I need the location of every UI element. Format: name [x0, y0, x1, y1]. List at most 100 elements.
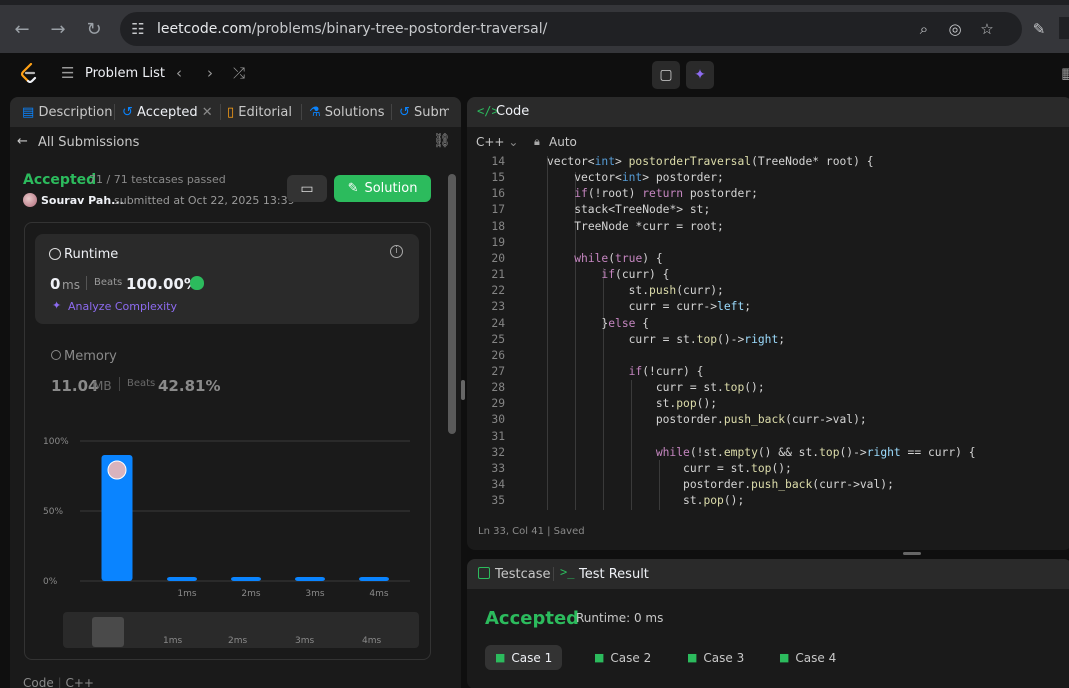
code-line[interactable]: 26: [467, 348, 1067, 364]
back-arrow-icon[interactable]: ←: [17, 134, 28, 149]
close-tab-icon[interactable]: ✕: [202, 105, 213, 120]
lock-icon: 🔒︎: [534, 135, 540, 148]
code-line[interactable]: 32 while(!st.empty() && st.top()->right …: [467, 445, 1067, 461]
avatar[interactable]: [23, 193, 37, 207]
reload-icon[interactable]: ↻: [81, 16, 107, 42]
line-number: 17: [491, 203, 505, 217]
info-icon[interactable]: i: [390, 245, 403, 258]
memory-icon: [51, 350, 61, 360]
line-number: 30: [491, 413, 505, 427]
code-line[interactable]: 19: [467, 235, 1067, 251]
problem-list-link[interactable]: Problem List: [85, 66, 165, 81]
tab-editorial[interactable]: ▯ Editorial: [227, 105, 292, 120]
memory-beats-label: Beats: [127, 378, 156, 389]
code-line[interactable]: 16 if(!root) return postorder;: [467, 186, 1067, 202]
code-line[interactable]: 25 curr = st.top()->right;: [467, 332, 1067, 348]
note-icon[interactable]: ▢: [652, 61, 680, 89]
analyze-complexity-link[interactable]: Analyze Complexity: [68, 300, 177, 313]
tab-submissions[interactable]: ↺ Subm: [399, 105, 449, 120]
line-code: st.pop();: [547, 494, 745, 508]
case-tab-4[interactable]: ■ Case 4: [769, 645, 846, 670]
editorial-button[interactable]: ▭: [287, 175, 327, 202]
code-line[interactable]: 24 }else {: [467, 316, 1067, 332]
tab-solutions-label: Solutions: [324, 105, 385, 120]
scroller-tick-label: 3ms: [295, 636, 315, 646]
line-code: st.push(curr);: [547, 284, 724, 298]
code-line[interactable]: 15 vector<int> postorder;: [467, 170, 1067, 186]
scroller-tick-label: 1ms: [163, 636, 183, 646]
tab-testcase[interactable]: Testcase: [495, 567, 551, 582]
code-line[interactable]: 29 st.pop();: [467, 396, 1067, 412]
code-line[interactable]: 28 curr = st.top();: [467, 380, 1067, 396]
share-link-icon[interactable]: ⛓: [433, 133, 451, 149]
line-number: 33: [491, 461, 505, 475]
code-line[interactable]: 22 st.push(curr);: [467, 283, 1067, 299]
y-tick-label: 50%: [43, 507, 63, 517]
site-info-icon[interactable]: ☷: [128, 19, 148, 39]
check-icon: ■: [779, 651, 790, 664]
case-tab-1[interactable]: ■ Case 1: [485, 645, 563, 670]
forward-arrow-icon[interactable]: →: [45, 16, 71, 42]
next-problem-icon[interactable]: ›: [207, 64, 213, 82]
author-name[interactable]: Sourav Pah...: [41, 194, 124, 207]
code-line[interactable]: 21 if(curr) {: [467, 267, 1067, 283]
code-line[interactable]: 18 TreeNode *curr = root;: [467, 219, 1067, 235]
tab-solutions[interactable]: ⚗ Solutions: [309, 105, 385, 120]
check-icon: ■: [594, 651, 605, 664]
shuffle-icon[interactable]: ⤮: [233, 64, 245, 82]
chart-bar[interactable]: [231, 577, 261, 581]
left-panel-scrollbar[interactable]: [448, 174, 456, 434]
y-tick-label: 100%: [43, 437, 69, 447]
test-panel-header: [467, 559, 1069, 589]
description-icon: ▤: [22, 105, 35, 120]
code-line[interactable]: 30 postorder.push_back(curr->val);: [467, 412, 1067, 428]
back-arrow-icon[interactable]: ←: [9, 16, 35, 42]
case-tab-3[interactable]: ■ Case 3: [677, 645, 754, 670]
code-line[interactable]: 14 vector<int> postorderTraversal(TreeNod…: [467, 154, 1067, 170]
line-number: 14: [491, 155, 505, 168]
language-select[interactable]: C++ ⌄: [476, 135, 518, 149]
tab-test-result[interactable]: Test Result: [579, 567, 649, 582]
eye-off-icon[interactable]: ◎: [945, 19, 965, 39]
code-line[interactable]: 17 stack<TreeNode*> st;: [467, 202, 1067, 218]
chart-bar[interactable]: [359, 577, 389, 581]
code-line[interactable]: 23 curr = curr->left;: [467, 299, 1067, 315]
code-line[interactable]: 27 if(!curr) {: [467, 364, 1067, 380]
tab-divider: [391, 104, 392, 120]
x-tick-label: 4ms: [369, 589, 388, 599]
tab-submissions-label: Subm: [414, 105, 449, 120]
user-avatar-marker[interactable]: [107, 460, 127, 480]
tab-accepted[interactable]: ↺ Accepted ✕: [122, 105, 213, 120]
eyedropper-icon[interactable]: ✎: [1029, 19, 1049, 39]
memory-label[interactable]: Memory: [64, 349, 117, 364]
solution-button[interactable]: ✎ Solution: [334, 175, 431, 202]
line-number: 31: [491, 429, 505, 443]
chart-bar[interactable]: [167, 577, 197, 581]
chart-bar[interactable]: [295, 577, 325, 581]
code-line[interactable]: 35 st.pop();: [467, 493, 1067, 509]
all-submissions-link[interactable]: All Submissions: [38, 135, 139, 150]
bookmark-star-icon[interactable]: ☆: [977, 19, 997, 39]
case-tab-2[interactable]: ■ Case 2: [584, 645, 661, 670]
leetcode-logo-icon[interactable]: [20, 63, 38, 83]
problem-list-icon[interactable]: ☰: [61, 64, 74, 82]
check-icon: ■: [495, 651, 506, 664]
browser-edge: [1059, 17, 1069, 39]
vertical-splitter[interactable]: [461, 380, 465, 400]
tab-description[interactable]: ▤ Description: [22, 105, 112, 120]
beats-emoji-icon: [190, 276, 204, 290]
code-line[interactable]: 31: [467, 429, 1067, 445]
zoom-icon[interactable]: ⌕: [914, 19, 934, 39]
code-line[interactable]: 20 while(true) {: [467, 251, 1067, 267]
code-line[interactable]: 33 curr = st.top();: [467, 461, 1067, 477]
tab-divider: [553, 567, 554, 581]
prev-problem-icon[interactable]: ‹: [176, 64, 182, 82]
horizontal-splitter[interactable]: [903, 552, 921, 555]
auto-mode[interactable]: Auto: [549, 135, 577, 149]
layout-icon[interactable]: ▦: [1061, 64, 1069, 82]
code-line[interactable]: 34 postorder.push_back(curr->val);: [467, 477, 1067, 493]
line-number: 28: [491, 381, 505, 395]
ai-sparkle-icon[interactable]: ✦: [686, 61, 714, 89]
url-text[interactable]: leetcode.com/problems/binary-tree-postor…: [157, 21, 547, 37]
scroller-thumb[interactable]: [92, 617, 124, 647]
